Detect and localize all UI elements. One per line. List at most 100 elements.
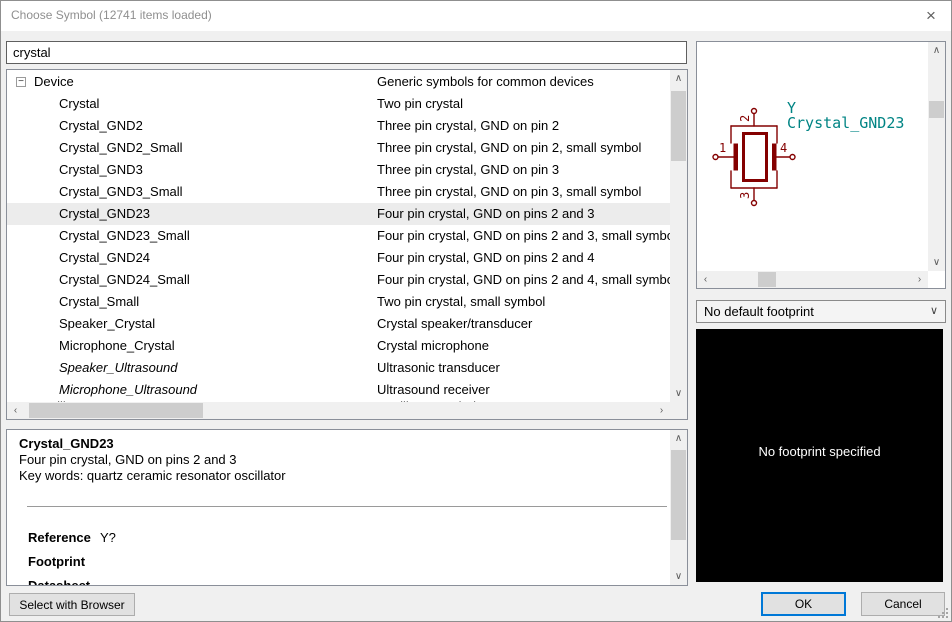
symbol-name: Microphone_Crystal — [59, 335, 175, 357]
field-value: Y? — [100, 530, 116, 545]
chevron-down-icon: ∨ — [930, 301, 938, 322]
select-with-browser-button[interactable]: Select with Browser — [9, 593, 135, 616]
crystal-plate-left — [734, 144, 739, 171]
symbol-name: Crystal_GND23_Small — [59, 225, 190, 247]
scroll-left-icon[interactable]: ‹ — [7, 402, 24, 419]
details-field-reference: ReferenceY? — [28, 526, 116, 550]
tree-row-Device[interactable]: −Device Generic symbols for common device… — [7, 71, 670, 93]
symbol-name: Speaker_Ultrasound — [59, 357, 178, 379]
tree-row-Microphone_Crystal[interactable]: Microphone_Crystal Crystal microphone — [7, 335, 670, 357]
window-title: Choose Symbol (12741 items loaded) — [11, 8, 212, 22]
scroll-up-icon[interactable]: ∧ — [670, 70, 687, 87]
preview-vertical-scrollbar[interactable]: ∧ ∨ — [928, 42, 945, 271]
symbol-description: Four pin crystal, GND on pins 2 and 4 — [377, 247, 595, 269]
ok-button[interactable]: OK — [761, 592, 846, 616]
scroll-right-icon[interactable]: › — [911, 271, 928, 288]
scroll-right-icon[interactable]: › — [653, 402, 670, 419]
symbol-description: Crystal speaker/transducer — [377, 313, 532, 335]
tree-row-Crystal_GND3_Small[interactable]: Crystal_GND3_Small Three pin crystal, GND… — [7, 181, 670, 203]
scroll-up-icon[interactable]: ∧ — [928, 42, 945, 59]
tree-row-Crystal_GND24[interactable]: Crystal_GND24 Four pin crystal, GND on pi… — [7, 247, 670, 269]
scrollbar-thumb[interactable] — [29, 403, 203, 418]
symbol-details: Crystal_GND23 Four pin crystal, GND on p… — [6, 429, 688, 586]
details-vertical-scrollbar[interactable]: ∧ ∨ — [670, 430, 687, 585]
symbol-name: Crystal_GND23 — [59, 203, 150, 225]
symbol-description: Three pin crystal, GND on pin 2 — [377, 115, 559, 137]
symbol-name: Crystal_GND3 — [59, 159, 143, 181]
symbol-description: Generic symbols for common devices — [377, 71, 594, 93]
tree-row-Speaker_Ultrasound[interactable]: Speaker_Ultrasound Ultrasonic transducer — [7, 357, 670, 379]
footprint-select[interactable]: No default footprint ∨ — [696, 300, 946, 323]
pin-number-1: 1 — [719, 141, 726, 155]
close-icon[interactable]: × — [919, 4, 943, 28]
scroll-down-icon[interactable]: ∨ — [670, 385, 687, 402]
pin-number-4: 4 — [780, 141, 787, 155]
scroll-left-icon[interactable]: ‹ — [697, 271, 714, 288]
symbol-description: Four pin crystal, GND on pins 2 and 3 — [377, 203, 595, 225]
list-vertical-scrollbar[interactable]: ∧ ∨ — [670, 70, 687, 402]
symbol-description: Three pin crystal, GND on pin 3, small s… — [377, 181, 641, 203]
field-label: Reference — [28, 526, 100, 550]
footprint-preview: No footprint specified — [696, 329, 943, 582]
pin-number-3: 3 — [738, 192, 752, 199]
symbol-name: Crystal — [59, 93, 99, 115]
footprint-select-value: No default footprint — [704, 304, 814, 319]
tree-row-Speaker_Crystal[interactable]: Speaker_Crystal Crystal speaker/transduce… — [7, 313, 670, 335]
symbol-description: Four pin crystal, GND on pins 2 and 4, s… — [377, 269, 670, 291]
field-label: Datasheet — [28, 574, 100, 586]
preview-horizontal-scrollbar[interactable]: ‹ › — [697, 271, 928, 288]
field-label: Footprint — [28, 550, 100, 574]
scrollbar-corner — [670, 402, 687, 419]
crystal-plate-right — [772, 144, 777, 171]
crystal-symbol-drawing: 1 4 2 3 Y Crystal_GND23 — [697, 42, 928, 271]
tree-row-Crystal_GND3[interactable]: Crystal_GND3 Three pin crystal, GND on pi… — [7, 159, 670, 181]
scrollbar-corner — [928, 271, 945, 288]
scrollbar-thumb[interactable] — [671, 91, 686, 161]
tree-row-Crystal_GND2_Small[interactable]: Crystal_GND2_Small Three pin crystal, GND… — [7, 137, 670, 159]
symbol-description: Three pin crystal, GND on pin 3 — [377, 159, 559, 181]
symbol-description: Four pin crystal, GND on pins 2 and 3, s… — [377, 225, 670, 247]
symbol-name: Crystal_GND3_Small — [59, 181, 183, 203]
scroll-up-icon[interactable]: ∧ — [670, 430, 687, 447]
symbol-name: Crystal_GND24_Small — [59, 269, 190, 291]
symbol-description: Ultrasonic transducer — [377, 357, 500, 379]
symbol-description: Three pin crystal, GND on pin 2, small s… — [377, 137, 641, 159]
tree-row-Crystal_Small[interactable]: Crystal_Small Two pin crystal, small symb… — [7, 291, 670, 313]
symbol-description: Crystal microphone — [377, 335, 489, 357]
titlebar: Choose Symbol (12741 items loaded) × — [1, 1, 951, 31]
scroll-down-icon[interactable]: ∨ — [928, 254, 945, 271]
symbol-name: Device — [34, 71, 74, 93]
divider — [27, 506, 667, 507]
tree-row-Crystal_GND2[interactable]: Crystal_GND2 Three pin crystal, GND on pi… — [7, 115, 670, 137]
symbol-name: Crystal_GND2_Small — [59, 137, 183, 159]
cancel-button[interactable]: Cancel — [861, 592, 945, 616]
search-input[interactable] — [6, 41, 687, 64]
tree-row-Crystal_GND24_Small[interactable]: Crystal_GND24_Small Four pin crystal, GND… — [7, 269, 670, 291]
details-field-datasheet: Datasheet — [28, 574, 100, 586]
symbol-preview: 1 4 2 3 Y Crystal_GND23 ∧ ∨ ‹ › — [696, 41, 946, 289]
tree-row-Crystal[interactable]: Crystal Two pin crystal — [7, 93, 670, 115]
tree-row-Crystal_GND23_Small[interactable]: Crystal_GND23_Small Four pin crystal, GND… — [7, 225, 670, 247]
symbol-description: Two pin crystal, small symbol — [377, 291, 545, 313]
footprint-preview-message: No footprint specified — [696, 444, 943, 459]
list-horizontal-scrollbar[interactable]: ‹ › — [7, 402, 670, 419]
expander-icon[interactable]: − — [16, 77, 26, 87]
tree-row-Crystal_GND23[interactable]: Crystal_GND23 Four pin crystal, GND on pi… — [7, 203, 670, 225]
scrollbar-thumb[interactable] — [671, 450, 686, 540]
scrollbar-thumb[interactable] — [758, 272, 776, 287]
scrollbar-thumb[interactable] — [929, 101, 944, 118]
symbol-value-label: Crystal_GND23 — [787, 114, 904, 132]
symbol-description: Two pin crystal — [377, 93, 463, 115]
scroll-down-icon[interactable]: ∨ — [670, 568, 687, 585]
symbol-name: Speaker_Crystal — [59, 313, 155, 335]
resize-grip-icon[interactable] — [937, 607, 949, 619]
details-description: Four pin crystal, GND on pins 2 and 3 — [19, 452, 237, 467]
symbol-tree: −Device Generic symbols for common device… — [7, 70, 670, 403]
symbol-name: Crystal_GND2 — [59, 115, 143, 137]
pin-number-2: 2 — [738, 115, 752, 122]
symbol-name: Crystal_GND24 — [59, 247, 150, 269]
details-title: Crystal_GND23 — [19, 436, 114, 451]
symbol-list: −Device Generic symbols for common device… — [6, 69, 688, 420]
symbol-name: Crystal_Small — [59, 291, 139, 313]
details-keywords: Key words: quartz ceramic resonator osci… — [19, 468, 286, 483]
